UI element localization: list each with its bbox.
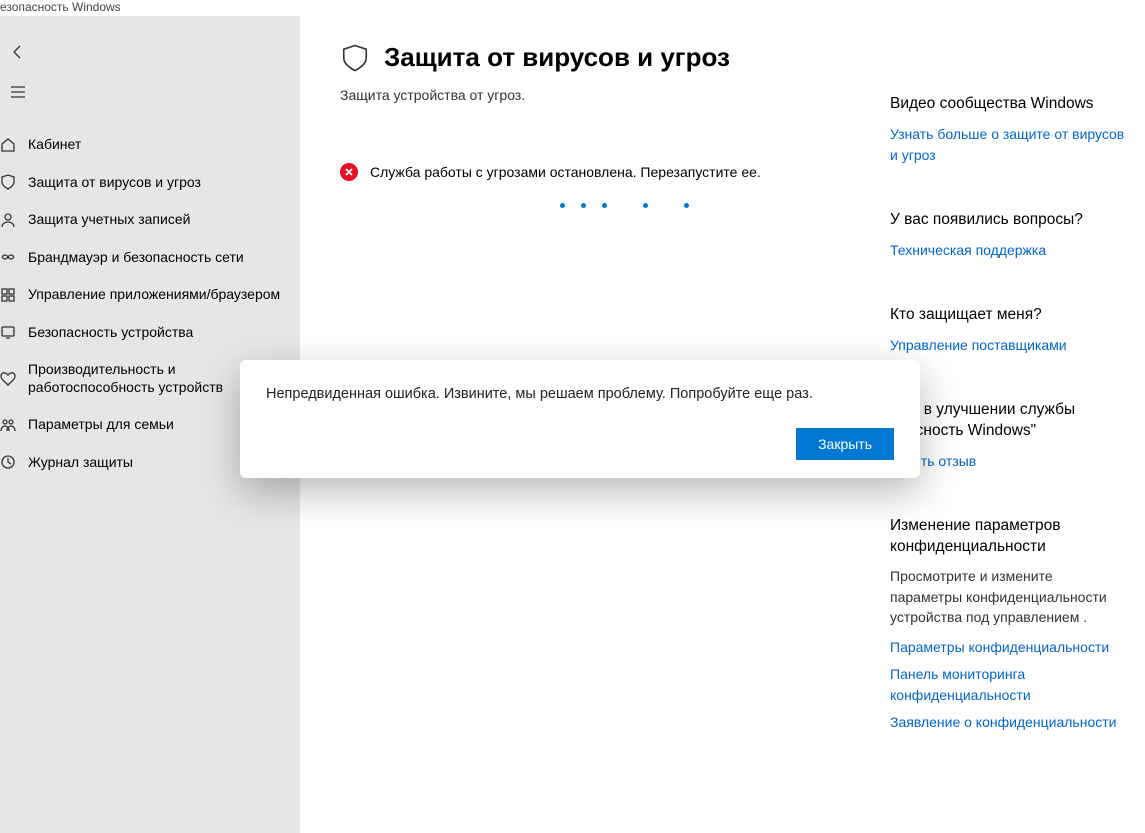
link-privacy-dashboard[interactable]: Панель мониторинга конфиденциальности — [890, 664, 1125, 706]
nav-label: Управление приложениями/браузером — [28, 286, 290, 304]
link-providers[interactable]: Управление поставщиками — [890, 335, 1125, 356]
status-row: Служба работы с угрозами остановлена. Пе… — [340, 163, 866, 181]
nav-firewall[interactable]: Брандмауэр и безопасность сети — [0, 239, 300, 277]
page-title-row: Защита от вирусов и угроз — [340, 42, 866, 73]
page-title: Защита от вирусов и угроз — [384, 42, 730, 73]
back-button[interactable] — [0, 32, 300, 72]
family-icon — [0, 417, 16, 433]
menu-button[interactable] — [0, 72, 300, 112]
apps-icon — [0, 287, 16, 303]
page-subtitle: Защита устройства от угроз. — [340, 87, 866, 103]
history-icon — [0, 454, 16, 470]
link-privacy-settings[interactable]: Параметры конфиденциальности — [890, 637, 1125, 658]
rp-heading-community: Видео сообщества Windows — [890, 94, 1125, 115]
window-title: езопасность Windows — [0, 0, 121, 14]
account-icon — [0, 212, 16, 228]
title-bar: езопасность Windows — [0, 0, 1145, 16]
nav-label: Защита учетных записей — [28, 211, 290, 229]
shield-icon — [0, 174, 16, 190]
nav-account[interactable]: Защита учетных записей — [0, 201, 300, 239]
right-panel: Видео сообщества Windows Узнать больше о… — [890, 42, 1125, 833]
device-icon — [0, 324, 16, 340]
hamburger-icon — [10, 84, 26, 100]
link-privacy-statement[interactable]: Заявление о конфиденциальности — [890, 712, 1125, 733]
nav-home[interactable]: Кабинет — [0, 126, 300, 164]
nav-virus[interactable]: Защита от вирусов и угроз — [0, 164, 300, 202]
rp-heading-protects: Кто защищает меня? — [890, 305, 1125, 326]
nav-device-security[interactable]: Безопасность устройства — [0, 314, 300, 352]
nav-label: Кабинет — [28, 136, 290, 154]
close-button[interactable]: Закрыть — [796, 428, 894, 460]
link-support[interactable]: Техническая поддержка — [890, 240, 1125, 261]
rp-heading-questions: У вас появились вопросы? — [890, 210, 1125, 231]
back-icon — [10, 44, 26, 60]
dialog-message: Непредвиденная ошибка. Извините, мы реша… — [266, 386, 894, 402]
loading-indicator — [560, 203, 866, 208]
rp-privacy-text: Просмотрите и измените параметры конфиде… — [890, 566, 1125, 627]
nav-app-browser[interactable]: Управление приложениями/браузером — [0, 276, 300, 314]
status-text: Служба работы с угрозами остановлена. Пе… — [370, 164, 761, 180]
nav-label: Защита от вирусов и угроз — [28, 174, 290, 192]
health-icon — [0, 371, 16, 387]
network-icon — [0, 249, 16, 265]
rp-heading-privacy: Изменение параметров конфиденциальности — [890, 516, 1125, 558]
home-icon — [0, 137, 16, 153]
link-feedback[interactable]: равить отзыв — [890, 451, 1125, 472]
nav-label: Безопасность устройства — [28, 324, 290, 342]
rp-heading-improve: ощь в улучшении службы опасность Windows… — [890, 400, 1125, 442]
error-icon — [340, 163, 358, 181]
link-learn-more[interactable]: Узнать больше о защите от вирусов и угро… — [890, 124, 1125, 166]
shield-icon — [340, 43, 370, 73]
error-dialog: Непредвиденная ошибка. Извините, мы реша… — [240, 360, 920, 478]
nav-label: Брандмауэр и безопасность сети — [28, 249, 290, 267]
